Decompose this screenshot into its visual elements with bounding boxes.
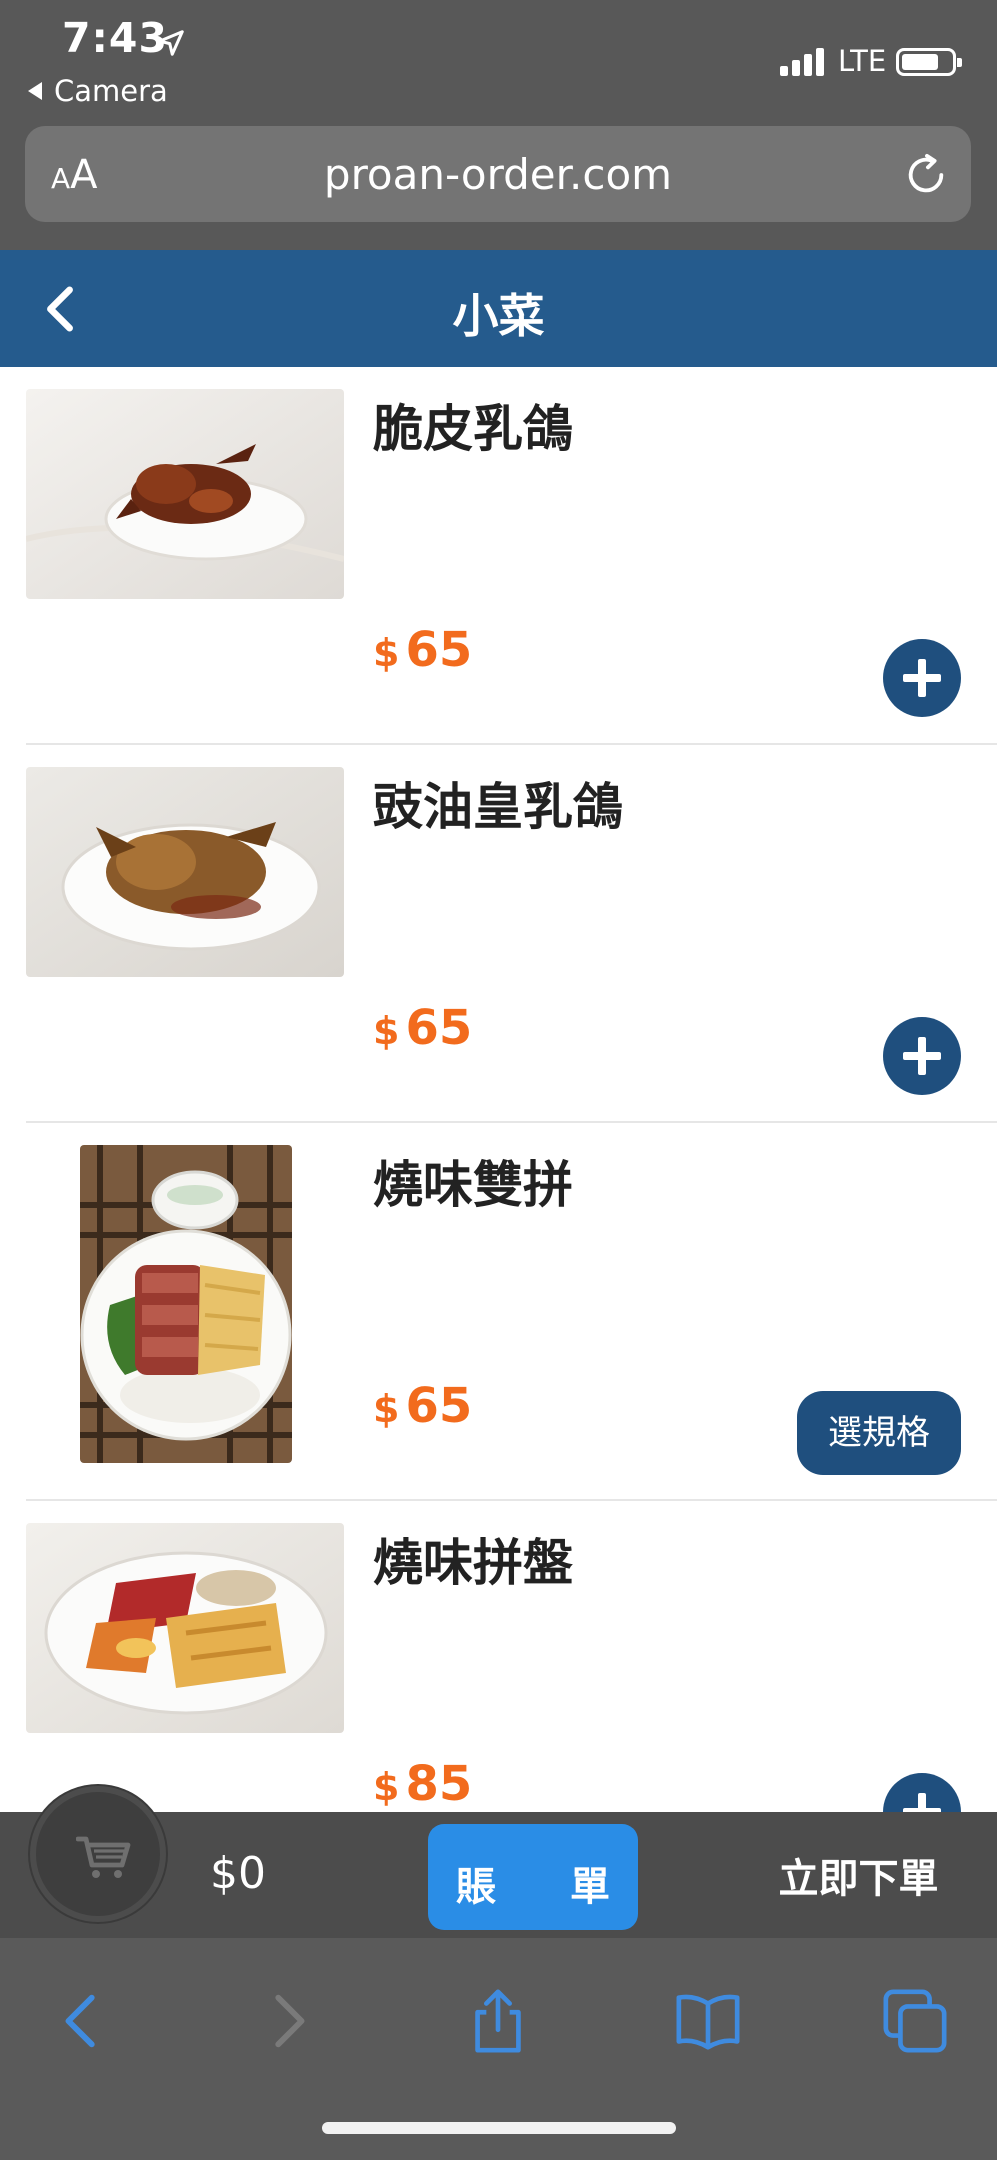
item-price: $85 (373, 1756, 473, 1812)
url-text[interactable]: proan-order.com (25, 150, 971, 199)
bookmarks-icon[interactable] (673, 1986, 743, 2056)
reload-icon[interactable] (903, 152, 949, 198)
browser-toolbar (0, 1938, 997, 2160)
item-name: 豉油皇乳鴿 (373, 778, 623, 836)
battery-icon (896, 48, 962, 76)
bill-label-left: 賬 (456, 1864, 496, 1910)
dish-photo-crispy-pigeon[interactable] (26, 389, 344, 599)
dish-photo-soy-pigeon[interactable] (26, 767, 344, 977)
item-name: 脆皮乳鴿 (373, 400, 573, 458)
back-icon[interactable] (48, 1986, 118, 2056)
cart-bar: $0 賬 單 立即下單 (0, 1786, 997, 1938)
cart-button[interactable] (30, 1786, 166, 1922)
back-to-app-link[interactable]: Camera (28, 74, 168, 108)
browser-address-area: AA proan-order.com (0, 124, 997, 250)
add-to-cart-button[interactable] (883, 1017, 961, 1095)
add-to-cart-button[interactable] (883, 1773, 961, 1812)
status-bar: 7:43 Camera LTE (0, 0, 997, 124)
status-time: 7:43 (62, 14, 168, 62)
cellular-signal-icon (780, 46, 830, 76)
category-title: 小菜 (452, 289, 545, 343)
share-icon[interactable] (463, 1986, 533, 2056)
back-app-label: Camera (54, 74, 168, 108)
item-name: 燒味拼盤 (373, 1534, 573, 1592)
order-now-button[interactable]: 立即下單 (720, 1846, 997, 1904)
location-arrow-icon (158, 30, 184, 56)
address-bar[interactable]: AA proan-order.com (25, 126, 971, 222)
forward-icon[interactable] (252, 1986, 322, 2056)
menu-item[interactable]: 豉油皇乳鴿 $65 (0, 745, 997, 1123)
cart-total: $0 (210, 1848, 266, 1899)
home-indicator (322, 2122, 676, 2134)
item-price: $65 (373, 1000, 473, 1056)
menu-item[interactable]: 燒味拼盤 $85 (0, 1501, 997, 1812)
bill-button[interactable]: 賬 單 (428, 1824, 638, 1930)
network-type: LTE (838, 44, 887, 78)
item-name: 燒味雙拼 (373, 1156, 573, 1214)
item-price: $65 (373, 622, 473, 678)
category-header: 小菜 (0, 250, 997, 367)
bill-label-right: 單 (570, 1864, 610, 1910)
back-triangle-icon (28, 82, 42, 100)
select-options-button[interactable]: 選規格 (797, 1391, 961, 1475)
cart-icon (76, 1836, 131, 1878)
menu-list[interactable]: 脆皮乳鴿 $65 豉油皇乳鴿 $65 燒味雙拼 $ 65 選規格 燒味拼盤 $ … (0, 367, 997, 1812)
menu-item[interactable]: 燒味雙拼 $65 選規格 (0, 1123, 997, 1501)
dish-photo-bbq-platter[interactable] (26, 1523, 344, 1733)
item-price: $65 (373, 1378, 473, 1434)
tabs-icon[interactable] (880, 1986, 950, 2056)
add-to-cart-button[interactable] (883, 639, 961, 717)
dish-photo-bbq-combo[interactable] (80, 1145, 292, 1463)
menu-item[interactable]: 脆皮乳鴿 $65 (0, 367, 997, 745)
